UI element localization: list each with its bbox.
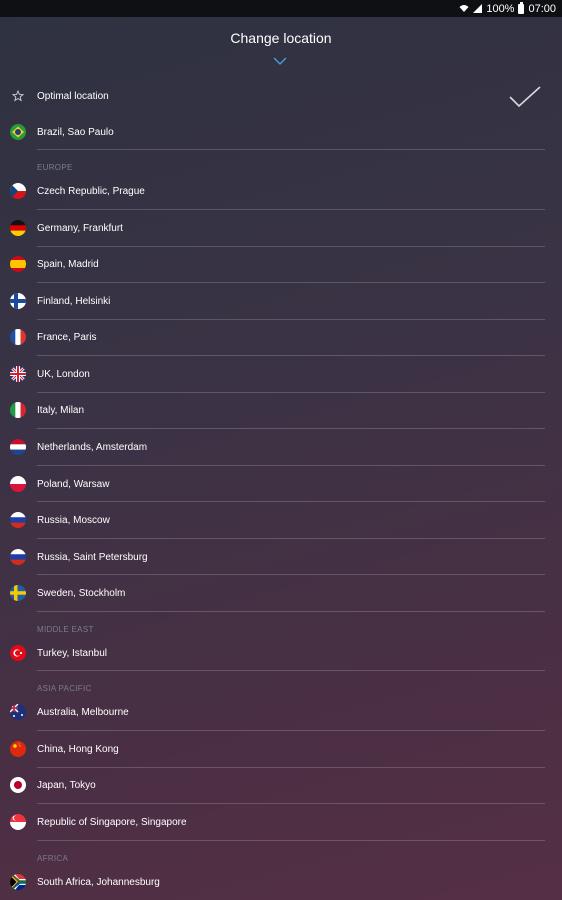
section-header-europe: EUROPE [37,163,73,172]
location-item[interactable]: Poland, Warsaw [0,466,562,502]
location-label: Brazil, Sao Paulo [37,126,114,138]
location-label: France, Paris [37,331,97,343]
location-item[interactable]: Spain, Madrid [0,246,562,282]
location-item[interactable]: Germany, Frankfurt [0,210,562,246]
netherlands-flag-icon [10,439,26,455]
section-header-middle-east: MIDDLE EAST [37,625,94,634]
australia-flag-icon [10,704,26,720]
location-item[interactable]: Italy, Milan [0,392,562,428]
location-label: Russia, Moscow [37,514,110,526]
chevron-down-icon[interactable] [273,57,287,65]
poland-flag-icon [10,476,26,492]
divider [37,149,545,150]
location-label: Russia, Saint Petersburg [37,551,148,563]
location-item[interactable]: Netherlands, Amsterdam [0,429,562,465]
china-flag-icon [10,741,26,757]
finland-flag-icon [10,293,26,309]
location-item[interactable]: Turkey, Istanbul [0,635,562,671]
star-icon [10,88,26,104]
location-label: UK, London [37,368,90,380]
spain-flag-icon [10,256,26,272]
location-item[interactable]: Russia, Moscow [0,502,562,538]
location-item-brazil[interactable]: Brazil, Sao Paulo [0,114,562,150]
location-label: Sweden, Stockholm [37,587,126,599]
location-item[interactable]: South Africa, Johannesburg [0,864,562,900]
location-label: Italy, Milan [37,404,85,416]
battery-percent: 100% [486,2,515,15]
location-label: Czech Republic, Prague [37,185,145,197]
turkey-flag-icon [10,645,26,661]
location-item[interactable]: Finland, Helsinki [0,283,562,319]
wifi-icon [459,4,469,13]
location-item-optimal[interactable]: Optimal location [0,78,562,114]
france-flag-icon [10,329,26,345]
brazil-flag-icon [10,124,26,140]
location-label: Optimal location [37,90,109,102]
location-item[interactable]: Russia, Saint Petersburg [0,539,562,575]
location-label: Republic of Singapore, Singapore [37,816,187,828]
header: Change location [0,17,562,77]
status-bar: 100% 07:00 [0,0,562,17]
section-header-asia-pacific: ASIA PACIFIC [37,684,92,693]
location-item[interactable]: Australia, Melbourne [0,694,562,730]
divider [37,611,545,612]
location-item[interactable]: China, Hong Kong [0,731,562,767]
russia-flag-icon [10,549,26,565]
location-item[interactable]: Czech Republic, Prague [0,173,562,209]
location-label: Australia, Melbourne [37,706,129,718]
section-header-africa: AFRICA [37,854,69,863]
location-label: Germany, Frankfurt [37,222,123,234]
checkmark-icon [509,86,541,108]
divider [37,840,545,841]
location-item[interactable]: Japan, Tokyo [0,767,562,803]
signal-icon [473,4,483,13]
location-label: Japan, Tokyo [37,779,96,791]
location-label: Poland, Warsaw [37,478,110,490]
battery-icon [518,1,525,14]
south-africa-flag-icon [10,874,26,890]
page-title: Change location [230,30,332,46]
sweden-flag-icon [10,585,26,601]
location-label: South Africa, Johannesburg [37,876,160,888]
singapore-flag-icon [10,814,26,830]
location-item[interactable]: Republic of Singapore, Singapore [0,804,562,840]
location-item[interactable]: France, Paris [0,319,562,355]
japan-flag-icon [10,777,26,793]
clock: 07:00 [528,2,556,15]
location-label: Netherlands, Amsterdam [37,441,148,453]
location-label: Turkey, Istanbul [37,647,108,659]
czech-flag-icon [10,183,26,199]
location-item[interactable]: Sweden, Stockholm [0,575,562,611]
location-label: Finland, Helsinki [37,295,111,307]
location-label: Spain, Madrid [37,258,99,270]
germany-flag-icon [10,220,26,236]
divider [37,670,545,671]
location-item[interactable]: UK, London [0,356,562,392]
location-label: China, Hong Kong [37,743,119,755]
italy-flag-icon [10,402,26,418]
uk-flag-icon [10,366,26,382]
russia-flag-icon [10,512,26,528]
